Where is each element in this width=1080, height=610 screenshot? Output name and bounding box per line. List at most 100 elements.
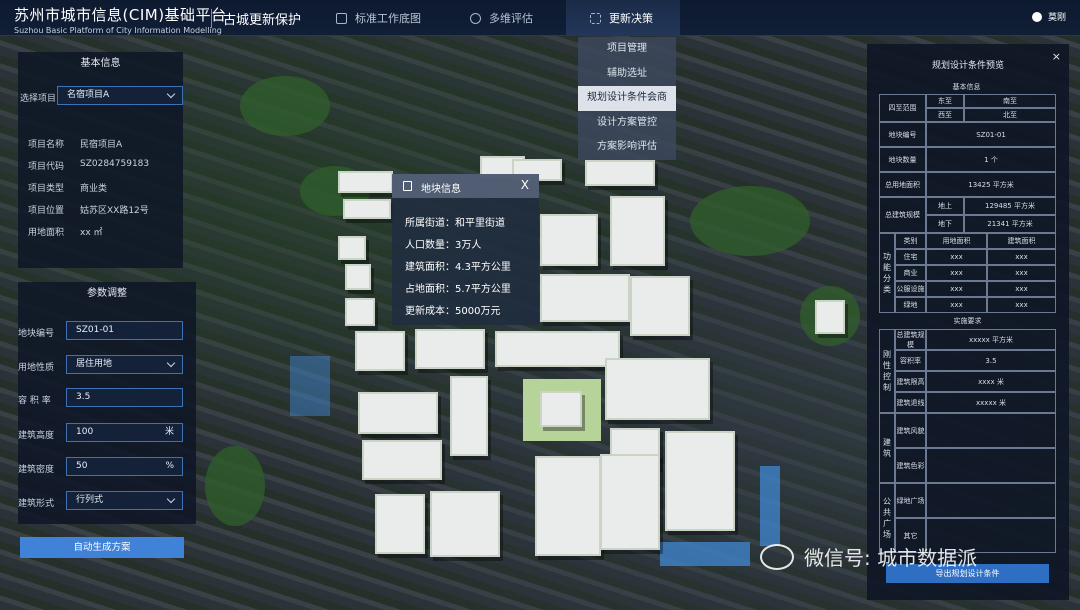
building	[375, 494, 425, 554]
building	[345, 298, 375, 326]
param-label: 建筑密度	[18, 465, 55, 475]
app-root: 苏州市城市信息(CIM)基础平台 Suzhou Basic Platform o…	[0, 0, 1080, 610]
info-key: 项目名称	[28, 140, 65, 150]
table-cell: 北至	[964, 108, 1056, 122]
menu-item-planning-conditions[interactable]: 规划设计条件会商	[578, 86, 676, 111]
table-cell: xxx	[926, 249, 987, 265]
table-head: 建筑面积	[987, 233, 1056, 249]
user-name: 莫刚	[1047, 13, 1066, 23]
building	[600, 454, 660, 550]
building	[450, 376, 488, 456]
building	[665, 431, 735, 531]
plot-info-popup: 地块信息 X 所属街道：和平里街道 人口数量：3万人 建筑面积：4.3平方公里 …	[392, 174, 539, 325]
nav-tab-decision[interactable]: 更新决策	[566, 0, 680, 36]
table-cell: 绿地	[895, 297, 926, 313]
panel-title: 基本信息	[80, 58, 121, 69]
vertical-label: 建筑	[883, 438, 891, 458]
popup-value: 3万人	[455, 240, 482, 251]
unit-suffix: %	[165, 461, 174, 471]
popup-row: 所属街道：和平里街道	[405, 218, 505, 229]
table-label: 四至范围	[879, 94, 926, 122]
select-project-label: 选择项目	[20, 94, 57, 104]
table-cell: 东至	[926, 94, 964, 108]
select-value: 居住用地	[76, 359, 113, 369]
table-cell	[926, 483, 1056, 518]
table-label: 建筑	[879, 413, 895, 483]
user-menu[interactable]: 莫刚	[1031, 10, 1066, 23]
menu-item-impact-eval[interactable]: 方案影响评估	[578, 135, 676, 160]
param-label: 建筑形式	[18, 499, 55, 509]
popup-row: 占地面积：5.7平方公里	[405, 284, 511, 295]
plot-number-input[interactable]: SZ01-01	[66, 321, 183, 340]
menu-item-design-control[interactable]: 设计方案管控	[578, 111, 676, 136]
input-value: 3.5	[76, 392, 91, 402]
param-label: 用地性质	[18, 363, 55, 373]
close-icon[interactable]: X	[521, 178, 529, 192]
unit-suffix: 米	[164, 427, 174, 437]
table-cell: xxx	[987, 297, 1056, 313]
menu-item-site-selection[interactable]: 辅助选址	[578, 62, 676, 87]
table-label: 功能分类	[879, 233, 895, 313]
nav-tab-label: 更新决策	[609, 12, 653, 25]
popup-key: 建筑面积	[405, 262, 445, 273]
platform-title-en: Suzhou Basic Platform of City Informatio…	[14, 26, 222, 35]
header-divider	[211, 9, 212, 28]
close-icon[interactable]: ×	[1052, 50, 1061, 63]
info-value: 民宿项目A	[80, 140, 123, 150]
map-layer-icon	[336, 12, 347, 24]
building	[630, 276, 690, 336]
popup-value: 和平里街道	[455, 218, 505, 229]
building	[338, 236, 366, 260]
input-value: SZ01-01	[76, 325, 115, 335]
platform-brand: 苏州市城市信息(CIM)基础平台 Suzhou Basic Platform o…	[14, 4, 227, 35]
table-cell: 1 个	[926, 147, 1056, 172]
table-cell: xxx	[987, 265, 1056, 281]
blue-roof	[660, 542, 750, 566]
table-label: 刚性控制	[879, 329, 895, 413]
table-head: 用地面积	[926, 233, 987, 249]
table-cell	[926, 413, 1056, 448]
building	[815, 300, 845, 334]
table-cell: 21341 平方米	[964, 215, 1056, 233]
table-cell: 129485 平方米	[964, 197, 1056, 215]
table-cell: 西至	[926, 108, 964, 122]
project-select[interactable]: 名宿项目A	[57, 86, 183, 105]
popup-title: 地块信息	[421, 184, 461, 195]
nav-tab-base-map[interactable]: 标准工作底图	[336, 0, 444, 36]
evaluate-icon	[470, 12, 481, 24]
far-input[interactable]: 3.5	[66, 388, 183, 407]
table-cell: xxxxx 米	[926, 392, 1056, 413]
building	[343, 199, 391, 219]
table-label: 地块编号	[879, 122, 926, 147]
nav-tab-label: 多维评估	[489, 12, 533, 25]
table-cell: 南至	[964, 94, 1056, 108]
menu-item-project[interactable]: 项目管理	[578, 37, 676, 62]
building	[355, 331, 405, 371]
nav-tab-evaluate[interactable]: 多维评估	[470, 0, 560, 36]
param-label: 容 积 率	[18, 396, 51, 406]
table-cell: 绿地广场	[895, 483, 926, 518]
chevron-down-icon	[166, 494, 176, 504]
table-label: 总建筑规模	[879, 197, 926, 233]
popup-key: 更新成本	[405, 306, 445, 317]
panel-title: 规划设计条件预览	[931, 61, 1004, 71]
table-cell: 地下	[926, 215, 964, 233]
tree-cluster	[690, 186, 810, 256]
vertical-label: 刚性控制	[883, 350, 891, 392]
input-value: 50	[76, 461, 88, 471]
land-use-select[interactable]: 居住用地	[66, 355, 183, 374]
building-form-select[interactable]: 行列式	[66, 491, 183, 510]
blue-roof	[290, 356, 330, 416]
info-value: xx ㎡	[80, 228, 103, 238]
panel-title: 参数调整	[87, 288, 127, 299]
height-input[interactable]: 100 米	[66, 423, 183, 442]
auto-generate-button[interactable]: 自动生成方案	[20, 537, 184, 558]
chevron-down-icon	[166, 358, 176, 368]
density-input[interactable]: 50 %	[66, 457, 183, 476]
building	[605, 358, 710, 420]
building	[345, 264, 371, 290]
tree-cluster	[240, 76, 330, 136]
watermark-text: 微信号: 城市数据派	[804, 546, 978, 570]
building	[362, 440, 442, 480]
wechat-icon	[760, 543, 794, 570]
